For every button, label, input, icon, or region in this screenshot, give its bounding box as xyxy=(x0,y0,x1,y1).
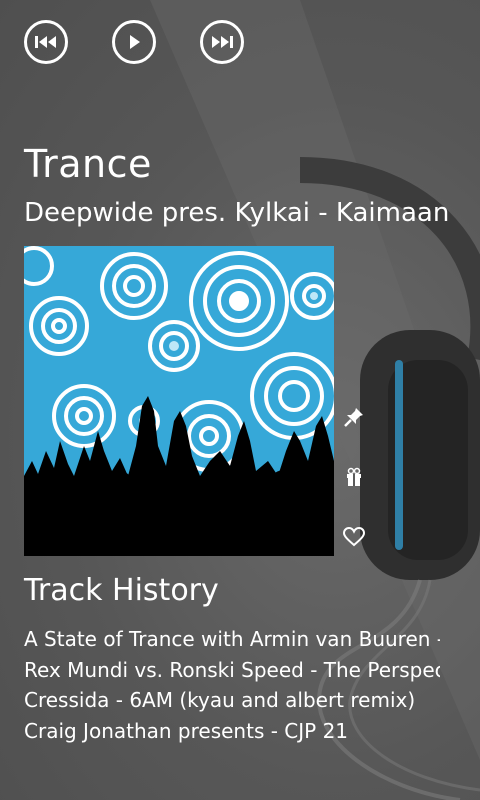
station-title: Trance xyxy=(24,142,152,186)
pin-button[interactable] xyxy=(340,403,368,431)
history-track[interactable]: Rex Mundi vs. Ronski Speed - The Perspec… xyxy=(24,655,440,686)
gift-icon xyxy=(347,467,361,486)
history-track[interactable]: A State of Trance with Armin van Buuren … xyxy=(24,624,440,655)
album-art xyxy=(24,246,334,556)
now-playing-title: Deepwide pres. Kylkai - Kaimaan xyxy=(24,198,450,228)
skip-next-icon xyxy=(212,36,233,48)
history-track[interactable]: Cressida - 6AM (kyau and albert remix) xyxy=(24,685,440,716)
history-track[interactable]: Craig Jonathan presents - CJP 21 xyxy=(24,716,440,747)
play-icon xyxy=(130,35,140,49)
pin-icon xyxy=(344,408,363,427)
previous-button[interactable] xyxy=(24,20,68,64)
track-history-heading: Track History xyxy=(24,573,219,608)
gift-button[interactable] xyxy=(340,463,368,491)
next-button[interactable] xyxy=(200,20,244,64)
transport-controls xyxy=(24,20,244,64)
heart-icon xyxy=(343,527,365,547)
play-button[interactable] xyxy=(112,20,156,64)
favorite-button[interactable] xyxy=(340,523,368,551)
track-history-list: A State of Trance with Armin van Buuren … xyxy=(24,624,440,746)
skip-previous-icon xyxy=(35,36,56,48)
